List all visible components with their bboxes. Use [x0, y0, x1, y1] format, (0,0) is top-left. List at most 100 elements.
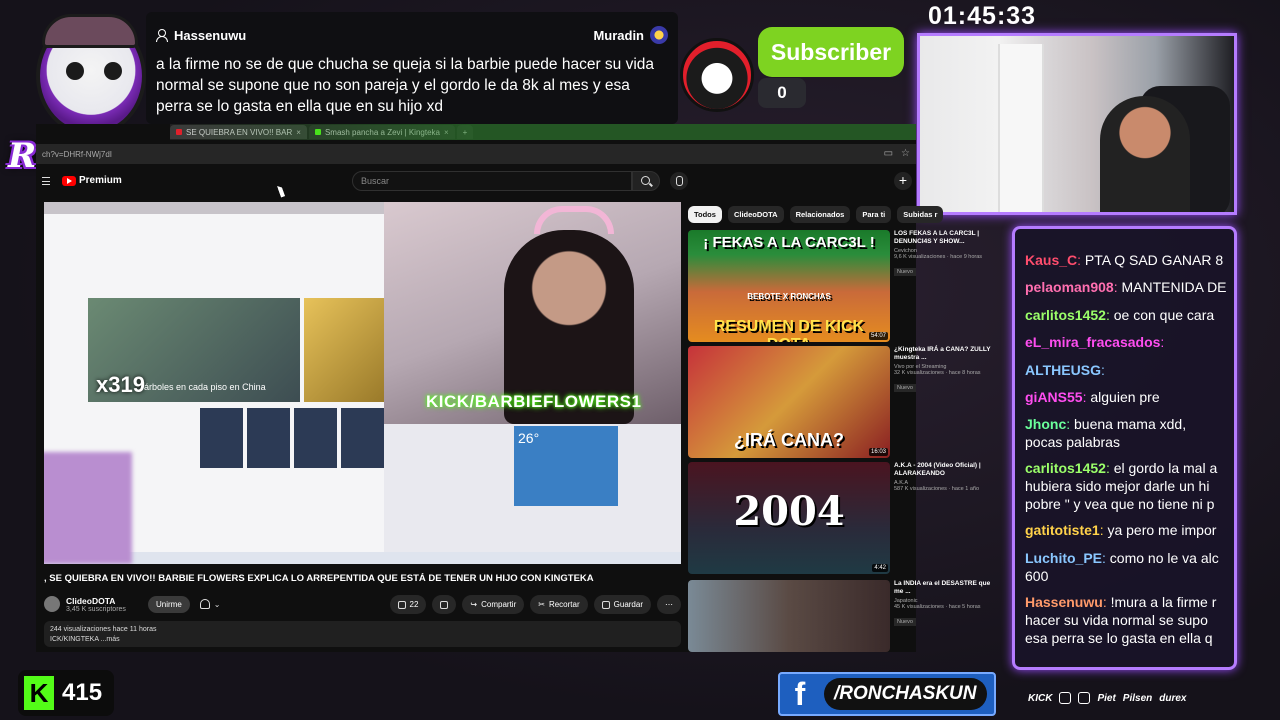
chat-message: Hassenuwu: !mura a la firme r hacer su v…: [1025, 589, 1226, 651]
search-input[interactable]: Buscar: [352, 171, 632, 191]
user-badge-icon: [650, 26, 668, 44]
windows-taskbar: [44, 552, 681, 564]
chat-separator: :: [1100, 361, 1105, 378]
subscriber-count: 0: [758, 78, 806, 108]
video-thumbnail[interactable]: 2004 4:42: [688, 462, 890, 574]
sponsor-logos: KICK Piet Pilsen durex: [1028, 688, 1222, 708]
save-button[interactable]: Guardar: [593, 595, 651, 614]
video-overlay-caption: árboles en cada piso en China: [144, 382, 266, 392]
thumb-caption: 2004: [733, 488, 845, 535]
stream-timer: 01:45:33: [928, 2, 1037, 30]
video-thumbnail[interactable]: ¿IRÁ CANA? 16:03: [688, 346, 890, 458]
sponsor-kick: KICK: [1028, 692, 1053, 704]
bookmark-star-icon[interactable]: ☆: [901, 148, 910, 159]
channel-avatar[interactable]: [44, 596, 60, 612]
browser-tab[interactable]: SE QUIEBRA EN VIVO!! BAR ×: [170, 125, 307, 139]
news-image: [304, 298, 384, 402]
chat-separator: :: [1102, 549, 1110, 566]
microphone-icon[interactable]: [670, 172, 688, 190]
thumbs-up-icon: [397, 600, 406, 609]
bell-icon[interactable]: [199, 599, 210, 609]
sponsor-durex: durex: [1159, 692, 1187, 704]
rec-title[interactable]: ¿Kingteka IRÁ a CANA? ZULLY muestra ...: [894, 346, 994, 362]
kick-follower-badge: K 415: [18, 670, 114, 716]
popup-username: Hassenuwu: [174, 27, 247, 43]
video-description[interactable]: 244 visualizaciones hace 11 horas ICK/KI…: [44, 621, 681, 647]
dislike-button[interactable]: [432, 595, 457, 614]
chat-username: Hassenuwu: [1025, 593, 1103, 610]
chat-message: gatitotiste1: ya pero me impor: [1025, 517, 1226, 544]
more-icon: ⋯: [665, 600, 673, 609]
chat-text: oe con que cara: [1113, 306, 1215, 323]
chip-todos[interactable]: Todos: [688, 206, 722, 223]
video-duration: 54:07: [868, 332, 888, 340]
browser-tab[interactable]: Smash pancha a Zevi | Kingteka ×: [308, 125, 455, 139]
chat-username: eL_mira_fracasados: [1025, 334, 1161, 351]
chat-username: gatitotiste1: [1025, 522, 1100, 539]
chat-message: eL_mira_fracasados:: [1025, 329, 1226, 356]
news-tiles: [200, 408, 384, 468]
url-text: ch?v=DHRf-NWj7dI: [42, 149, 113, 159]
join-button[interactable]: Unirme: [148, 595, 190, 613]
rec-title[interactable]: La INDIA era el DESASTRE que me ...: [894, 580, 994, 596]
rec-title[interactable]: LOS FEKAS A LA CARC3L | DENUNCI4S Y SHOW…: [894, 230, 994, 246]
weather-widget: 26°: [514, 426, 618, 506]
rec-title[interactable]: A.K.A - 2004 (Video Oficial) | ALARAKEAN…: [894, 462, 994, 478]
video-duration: 4:42: [872, 564, 888, 572]
video-thumbnail[interactable]: [688, 580, 890, 652]
chat-message: Kaus_C: PTA Q SAD GANAR 8: [1025, 247, 1226, 274]
youtube-logo[interactable]: Premium: [62, 175, 122, 186]
youtube-header: Premium Buscar +: [36, 168, 916, 196]
bunny-ears: [534, 206, 614, 234]
chat-message: Luchito_PE: como no le va alc 600: [1025, 545, 1226, 589]
thumb-caption: ¿IRÁ CANA?: [734, 430, 844, 450]
clip-button[interactable]: ✂ Recortar: [530, 595, 588, 614]
cast-icon[interactable]: ▭: [884, 148, 893, 159]
captured-browser-bar: [44, 202, 384, 214]
chip-for-you[interactable]: Para ti: [856, 206, 892, 223]
close-tab-icon[interactable]: ×: [444, 128, 449, 137]
hamburger-menu-icon[interactable]: [42, 177, 50, 185]
kick-channel-tag: KICK/BARBIEFLOWERS1: [426, 392, 642, 411]
search-icon[interactable]: [632, 171, 660, 191]
recommended-video[interactable]: 2004 4:42 A.K.A - 2004 (Video Oficial) |…: [688, 462, 981, 574]
chat-username: pelaoman908: [1025, 279, 1114, 296]
chat-text: MANTENIDA DE: [1121, 279, 1227, 296]
chevron-down-icon[interactable]: ⌄: [214, 600, 221, 609]
chip-channel[interactable]: ClideoDOTA: [727, 206, 784, 223]
share-label: Compartir: [481, 600, 517, 609]
popup-right-user: Muradin: [593, 27, 644, 43]
chip-uploads[interactable]: Subidas r: [897, 206, 944, 223]
share-button[interactable]: ↪ Compartir: [462, 595, 525, 614]
chat-username: Kaus_C: [1025, 252, 1078, 268]
chat-separator: :: [1160, 334, 1165, 351]
video-title: , SE QUIEBRA EN VIVO!! BARBIE FLOWERS EX…: [44, 573, 594, 584]
more-options-button[interactable]: ⋯: [657, 595, 681, 614]
kick-tab-icon: [314, 129, 321, 135]
chat-message: carlitos1452: oe con que cara: [1025, 302, 1226, 329]
channel-subs: 3,45 K suscriptores: [66, 605, 126, 613]
clip-label: Recortar: [548, 600, 580, 609]
chat-separator: :: [1105, 460, 1114, 477]
blurred-qr: [44, 452, 132, 564]
like-count: 22: [409, 600, 419, 609]
video-player[interactable]: 26° x319 árboles en cada piso en China K…: [44, 202, 681, 564]
chip-related[interactable]: Relacionados: [789, 206, 851, 223]
new-tab-button[interactable]: +: [456, 125, 474, 139]
recommended-video[interactable]: ¡ FEKAS A LA CARC3L ! BEBOTE X RONCHAS R…: [688, 230, 982, 342]
channel-name[interactable]: ClideoDOTA: [66, 596, 144, 606]
video-thumbnail[interactable]: ¡ FEKAS A LA CARC3L ! BEBOTE X RONCHAS R…: [688, 230, 890, 342]
new-badge: Nuevo: [894, 268, 916, 276]
recommended-video[interactable]: La INDIA era el DESASTRE que me ... Japa…: [688, 580, 990, 652]
facebook-handle: /RONCHASKUN: [824, 678, 987, 710]
address-bar[interactable]: ch?v=DHRf-NWj7dI ▭ ☆: [36, 144, 916, 164]
chat-text: ya pero me impor: [1107, 522, 1217, 539]
webcam-feed: [917, 33, 1237, 215]
create-button[interactable]: +: [894, 172, 912, 190]
like-button[interactable]: 22: [389, 595, 427, 614]
facebook-badge: f /RONCHASKUN: [778, 672, 996, 716]
popup-message: a la firme no se de que chucha se queja …: [156, 56, 655, 115]
chat-message: ALTHEUSG:: [1025, 357, 1226, 384]
recommended-video[interactable]: ¿IRÁ CANA? 16:03 ¿Kingteka IRÁ a CANA? Z…: [688, 346, 990, 458]
close-tab-icon[interactable]: ×: [296, 128, 301, 137]
